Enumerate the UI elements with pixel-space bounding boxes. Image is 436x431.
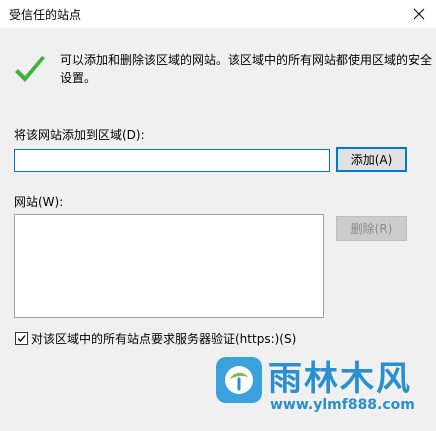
https-label[interactable]: 对该区域中的所有站点要求服务器验证(https:)(S): [31, 330, 296, 347]
window-title: 受信任的站点: [9, 8, 82, 22]
watermark-name: 雨林木风: [268, 359, 412, 399]
watermark: 雨林木风 www.ylmf888.com: [216, 351, 432, 427]
checkbox-check-icon: [17, 335, 26, 342]
dialog-content: 可以添加和删除该区域的网站。该区域中的所有网站都使用区域的安全设置。 将该网站添…: [0, 28, 436, 431]
sites-list[interactable]: [14, 214, 324, 318]
https-checkbox[interactable]: [15, 332, 28, 345]
close-button[interactable]: [402, 0, 436, 28]
watermark-logo-icon: [216, 357, 262, 403]
close-icon: [413, 8, 425, 20]
add-button[interactable]: 添加(A): [336, 147, 407, 172]
add-site-input[interactable]: [14, 149, 330, 172]
checkmark-icon: [15, 56, 45, 82]
info-text: 可以添加和删除该区域的网站。该区域中的所有网站都使用区域的安全设置。: [60, 53, 433, 85]
sites-label: 网站(W):: [14, 195, 64, 209]
remove-button: 删除(R): [336, 216, 407, 241]
watermark-url: www.ylmf888.com: [270, 397, 415, 413]
add-site-label: 将该网站添加到区域(D):: [14, 128, 145, 142]
title-bar: 受信任的站点: [0, 0, 436, 28]
